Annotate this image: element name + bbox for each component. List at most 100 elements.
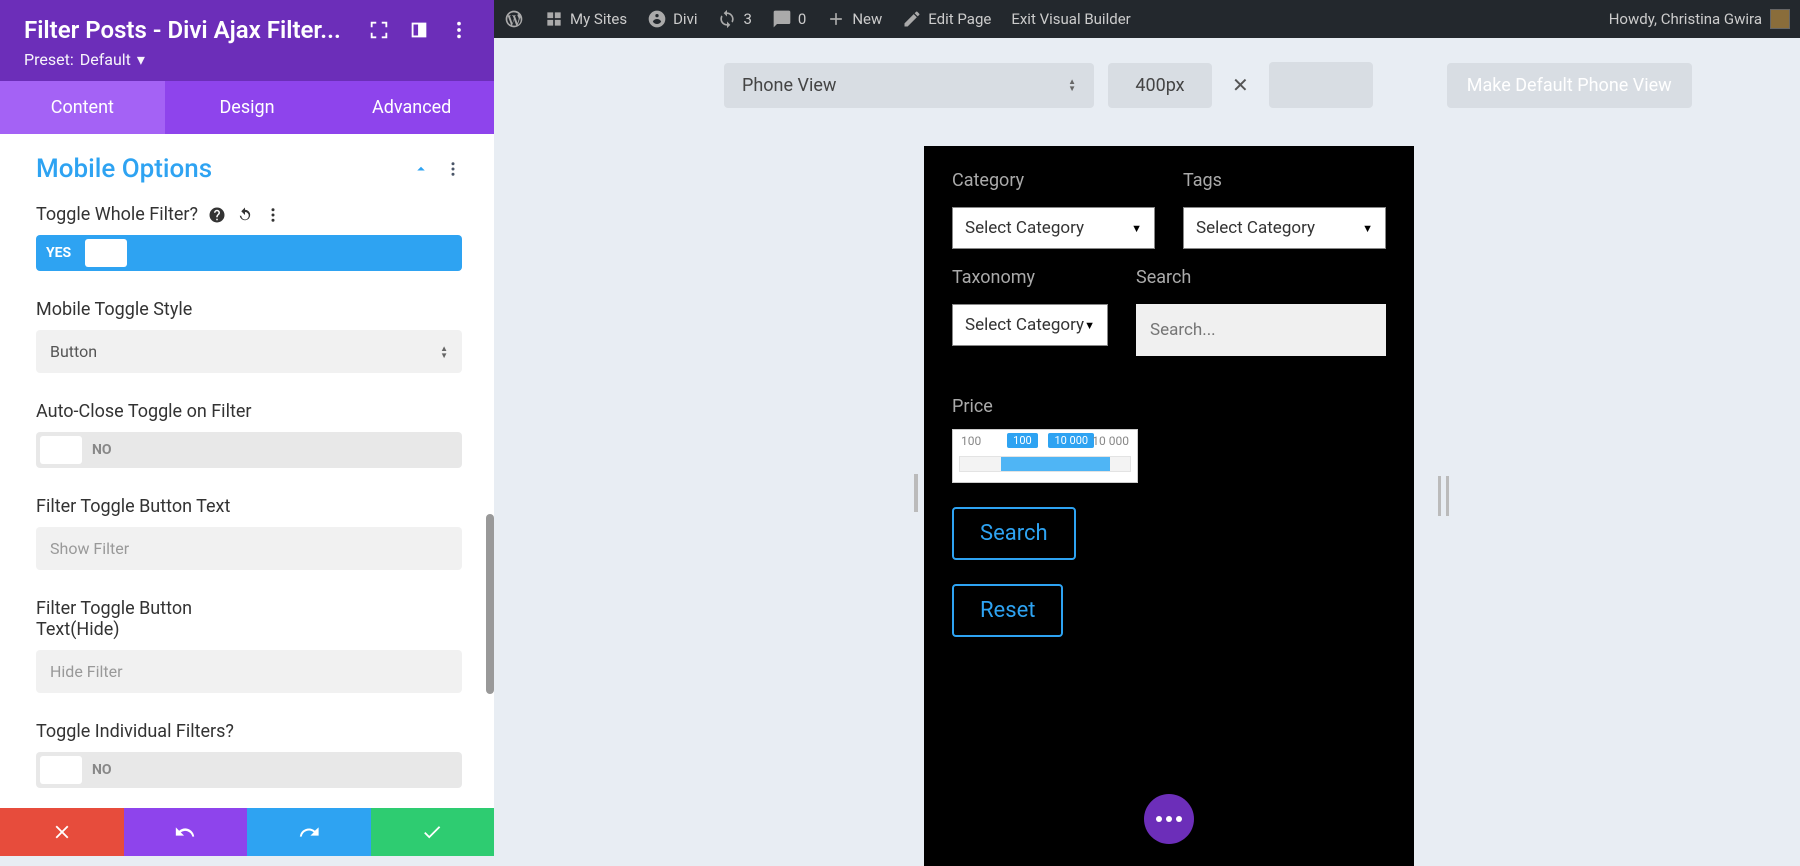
field-toggle-individual: Toggle Individual Filters? NO — [36, 721, 462, 788]
updates-link[interactable]: 3 — [717, 9, 751, 29]
view-select[interactable]: Phone View ▲▼ — [724, 63, 1094, 108]
btn-text-hide-input[interactable]: Hide Filter — [36, 650, 462, 693]
dashboard-icon — [647, 9, 667, 29]
section-mobile-options-title[interactable]: Mobile Options — [36, 154, 212, 184]
field-toggle-individual-label: Toggle Individual Filters? — [36, 721, 234, 742]
chevron-down-icon: ▼ — [1131, 222, 1142, 235]
chevron-down-icon: ▼ — [1362, 222, 1373, 235]
chevron-up-icon[interactable] — [412, 160, 430, 178]
new-link[interactable]: New — [826, 9, 882, 29]
price-to-badge: 10 000 — [1048, 433, 1094, 448]
field-mobile-style: Mobile Toggle Style Button ▲▼ — [36, 299, 462, 373]
phone-preview: Category Select Category ▼ Tags Select Ca… — [924, 146, 1414, 866]
howdy-text: Howdy, Christina Gwira — [1609, 10, 1762, 28]
comment-icon — [772, 9, 792, 29]
field-more-icon[interactable] — [264, 206, 282, 224]
wp-logo[interactable] — [504, 9, 524, 29]
height-input[interactable] — [1269, 62, 1373, 108]
tab-content[interactable]: Content — [0, 81, 165, 134]
mobile-style-value: Button — [50, 342, 97, 361]
admin-bar-right[interactable]: Howdy, Christina Gwira — [1609, 9, 1790, 29]
panel-header: Filter Posts - Divi Ajax Filter... Prese… — [0, 0, 494, 81]
new-label: New — [852, 10, 882, 28]
exit-vb-link[interactable]: Exit Visual Builder — [1011, 10, 1130, 28]
redo-button[interactable] — [247, 808, 371, 856]
toggle-knob — [40, 436, 82, 464]
my-sites-label: My Sites — [570, 10, 627, 28]
edit-page-label: Edit Page — [928, 10, 991, 28]
help-icon[interactable] — [208, 206, 226, 224]
resize-handle-left[interactable] — [914, 474, 918, 512]
toggle-no-text: NO — [86, 442, 124, 458]
price-from-badge: 100 — [1007, 433, 1038, 448]
tags-placeholder: Select Category — [1196, 218, 1315, 238]
discard-button[interactable] — [0, 808, 124, 856]
toggle-yes-text: YES — [36, 245, 81, 261]
times-icon: ✕ — [1226, 73, 1255, 97]
preview-toolbar: Phone View ▲▼ 400px ✕ Make Default Phone… — [494, 38, 1800, 108]
make-default-button[interactable]: Make Default Phone View — [1447, 63, 1692, 108]
ref-icon — [717, 9, 737, 29]
field-toggle-whole-label: Toggle Whole Filter? — [36, 204, 198, 225]
exit-vb-label: Exit Visual Builder — [1011, 10, 1130, 28]
width-input[interactable]: 400px — [1108, 63, 1212, 108]
comments-count: 0 — [798, 10, 806, 28]
my-sites-link[interactable]: My Sites — [544, 9, 627, 29]
tab-advanced[interactable]: Advanced — [329, 81, 494, 134]
expand-icon[interactable] — [368, 19, 390, 41]
category-placeholder: Select Category — [965, 218, 1084, 238]
tags-label: Tags — [1183, 170, 1386, 191]
close-icon — [51, 821, 73, 843]
site-link[interactable]: Divi — [647, 9, 697, 29]
select-arrows-icon: ▲▼ — [440, 345, 448, 359]
toggle-knob — [40, 756, 82, 784]
scrollbar-thumb[interactable] — [486, 514, 494, 694]
avatar — [1770, 9, 1790, 29]
toggle-whole-switch[interactable]: YES — [36, 235, 462, 271]
search-button[interactable]: Search — [952, 507, 1076, 560]
price-max: 10 000 — [1092, 434, 1129, 448]
auto-close-switch[interactable]: NO — [36, 432, 462, 468]
mobile-style-select[interactable]: Button ▲▼ — [36, 330, 462, 373]
dock-icon[interactable] — [408, 19, 430, 41]
updates-count: 3 — [743, 10, 751, 28]
reset-button[interactable]: Reset — [952, 584, 1063, 637]
field-auto-close-label: Auto-Close Toggle on Filter — [36, 401, 251, 422]
comments-link[interactable]: 0 — [772, 9, 806, 29]
edit-page-link[interactable]: Edit Page — [902, 9, 991, 29]
taxonomy-select[interactable]: Select Category▼ — [952, 304, 1108, 346]
price-min: 100 — [961, 434, 981, 448]
save-button[interactable] — [371, 808, 495, 856]
module-more-button[interactable] — [1144, 794, 1194, 844]
preset-selector[interactable]: Preset: Default ▾ — [24, 50, 470, 69]
btn-text-input[interactable]: Show Filter — [36, 527, 462, 570]
wp-admin-bar: My Sites Divi 3 0 New Edit Page Exit Vis… — [494, 0, 1800, 38]
undo-icon — [174, 821, 196, 843]
undo-button[interactable] — [124, 808, 248, 856]
admin-bar-left: My Sites Divi 3 0 New Edit Page Exit Vis… — [504, 9, 1131, 29]
field-auto-close: Auto-Close Toggle on Filter NO — [36, 401, 462, 468]
category-select[interactable]: Select Category ▼ — [952, 207, 1155, 249]
category-label: Category — [952, 170, 1155, 191]
slider-fill — [1001, 457, 1110, 471]
settings-body: Mobile Options Toggle Whole Filter? YES — [0, 134, 494, 808]
price-label: Price — [952, 396, 1386, 417]
search-input[interactable] — [1136, 304, 1386, 356]
wordpress-icon — [504, 9, 524, 29]
check-icon — [421, 821, 443, 843]
reset-icon[interactable] — [236, 206, 254, 224]
price-slider[interactable]: 100 100 10 000 10 000 — [952, 429, 1138, 483]
toggle-individual-switch[interactable]: NO — [36, 752, 462, 788]
slider-track[interactable] — [959, 456, 1131, 472]
preview-area: Phone View ▲▼ 400px ✕ Make Default Phone… — [494, 38, 1800, 856]
panel-title: Filter Posts - Divi Ajax Filter... — [24, 16, 341, 44]
sites-icon — [544, 9, 564, 29]
chevron-down-icon: ▾ — [137, 50, 145, 69]
more-icon[interactable] — [448, 19, 470, 41]
select-arrows-icon: ▲▼ — [1068, 78, 1076, 92]
resize-handle-right[interactable] — [1438, 476, 1449, 516]
tags-select[interactable]: Select Category ▼ — [1183, 207, 1386, 249]
tab-design[interactable]: Design — [165, 81, 330, 134]
section-more-icon[interactable] — [444, 160, 462, 178]
taxonomy-placeholder: Select Category — [965, 315, 1084, 335]
